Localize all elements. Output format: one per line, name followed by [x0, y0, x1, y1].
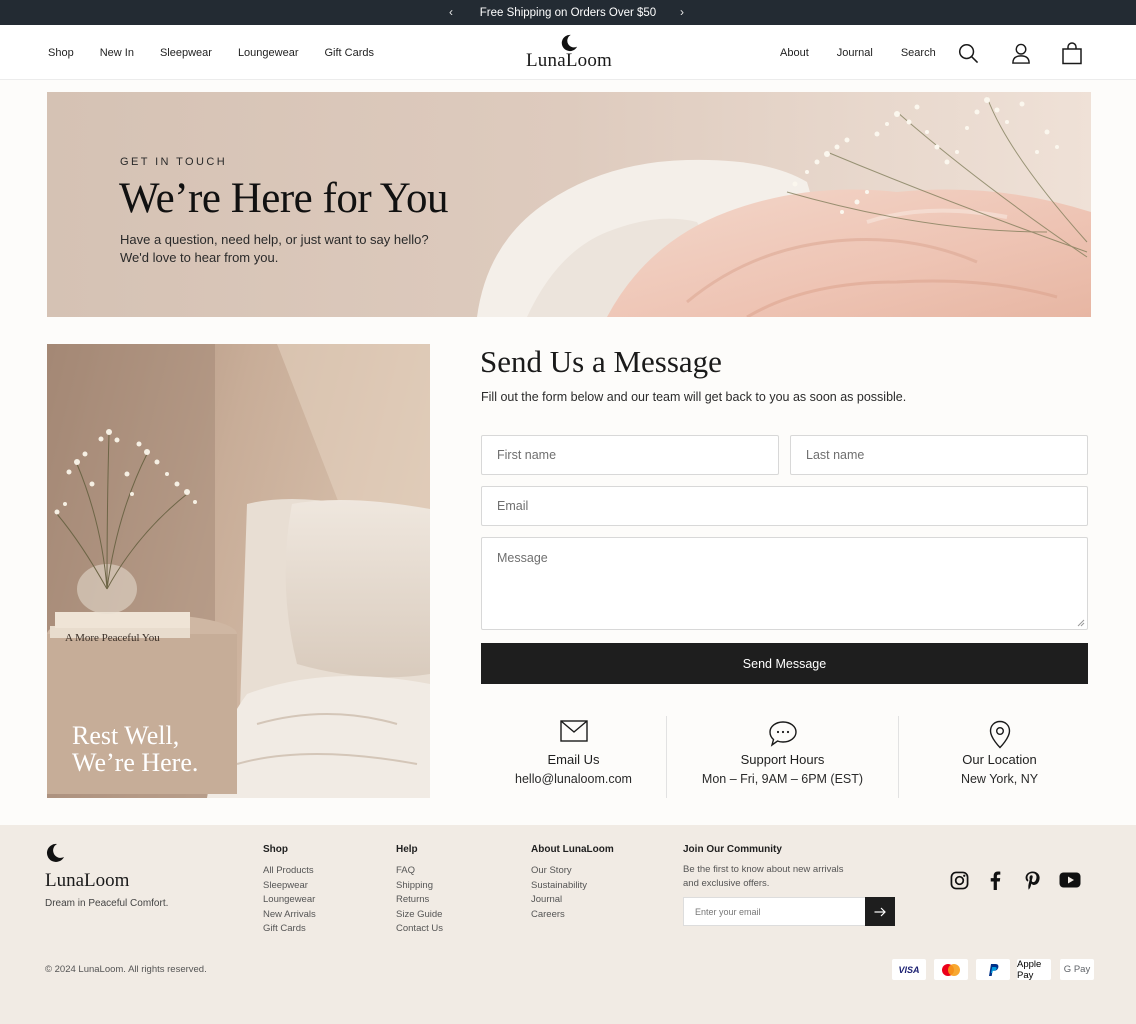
caption-line1: Rest Well, [72, 721, 180, 750]
nav-gift-cards[interactable]: Gift Cards [325, 47, 375, 59]
hero-banner: GET IN TOUCH We’re Here for You Have a q… [47, 92, 1091, 317]
message-field[interactable] [481, 537, 1088, 630]
newsletter-heading: Join Our Community [683, 844, 782, 855]
footer-tagline: Dream in Peaceful Comfort. [45, 898, 169, 909]
footer-col-heading: Shop [263, 844, 288, 855]
pinterest-icon[interactable] [1024, 871, 1041, 890]
logo-wordmark: LunaLoom [525, 50, 613, 71]
announcement-text: Free Shipping on Orders Over $50 [479, 6, 657, 19]
footer-link[interactable]: Size Guide [396, 908, 443, 923]
footer-link[interactable]: Gift Cards [263, 922, 316, 937]
nav-journal[interactable]: Journal [837, 47, 873, 59]
footer-col-shop: Shop All Products Sleepwear Loungewear N… [263, 844, 316, 937]
bedroom-image: A More Peaceful You Rest Well, We’re Her… [47, 344, 430, 798]
nav-loungewear[interactable]: Loungewear [238, 47, 299, 59]
google-pay-icon: G Pay [1060, 959, 1094, 980]
newsletter-submit-button[interactable] [865, 897, 895, 926]
last-name-field[interactable] [790, 435, 1088, 475]
info-hours: Support Hours Mon – Fri, 9AM – 6PM (EST) [667, 716, 898, 798]
hero-subtitle-line1: Have a question, need help, or just want… [120, 232, 429, 247]
hero-subtitle: Have a question, need help, or just want… [120, 231, 460, 267]
nav-shop[interactable]: Shop [48, 47, 74, 59]
form-subtitle: Fill out the form below and our team wil… [481, 390, 907, 404]
footer-link[interactable]: FAQ [396, 864, 443, 879]
secondary-nav: About Journal Search [780, 25, 964, 80]
apple-pay-icon: Apple Pay [1017, 959, 1051, 981]
youtube-icon[interactable] [1059, 872, 1081, 888]
info-email-value[interactable]: hello@lunaloom.com [481, 772, 666, 786]
email-field[interactable] [481, 486, 1088, 526]
search-icon[interactable] [958, 43, 979, 64]
footer-link[interactable]: Careers [531, 908, 614, 923]
newsletter-text: Be the first to know about new arrivals … [683, 863, 873, 891]
footer-col-about: About LunaLoom Our Story Sustainability … [531, 844, 614, 922]
nav-sleepwear[interactable]: Sleepwear [160, 47, 212, 59]
info-location-label: Our Location [962, 752, 1037, 767]
bag-icon[interactable] [1061, 42, 1083, 65]
instagram-icon[interactable] [950, 871, 969, 890]
book-title: A More Peaceful You [65, 632, 160, 644]
footer-link[interactable]: Loungewear [263, 893, 316, 908]
hero-subtitle-line2: We'd love to hear from you. [120, 250, 279, 265]
footer-link[interactable]: Sleepwear [263, 879, 316, 894]
mail-icon [559, 720, 588, 742]
site-footer: LunaLoom Dream in Peaceful Comfort. Shop… [0, 825, 1136, 1024]
paypal-icon [976, 959, 1010, 980]
arrow-right-icon [874, 907, 886, 916]
moon-icon [46, 843, 64, 862]
newsletter-email-input[interactable] [683, 897, 866, 926]
image-caption: Rest Well, We’re Here. [72, 722, 198, 776]
mastercard-icon [934, 959, 968, 980]
form-title: Send Us a Message [480, 344, 722, 379]
footer-link[interactable]: All Products [263, 864, 316, 879]
footer-link[interactable]: New Arrivals [263, 908, 316, 923]
footer-col-help: Help FAQ Shipping Returns Size Guide Con… [396, 844, 443, 937]
footer-logo[interactable]: LunaLoom [45, 843, 129, 892]
primary-nav: Shop New In Sleepwear Loungewear Gift Ca… [48, 25, 400, 80]
info-hours-label: Support Hours [740, 752, 825, 767]
footer-link[interactable]: Shipping [396, 879, 443, 894]
nav-new-in[interactable]: New In [100, 47, 134, 59]
resize-handle-icon[interactable] [1077, 619, 1085, 627]
footer-link[interactable]: Journal [531, 893, 614, 908]
chevron-right-icon[interactable]: › [680, 5, 684, 19]
info-location-value: New York, NY [960, 772, 1039, 786]
footer-col-heading: About LunaLoom [531, 844, 614, 855]
hero-eyebrow: GET IN TOUCH [120, 156, 228, 168]
hero-title: We’re Here for You [119, 175, 449, 222]
newsletter: Join Our Community Be the first to know … [683, 844, 873, 891]
info-hours-value: Mon – Fri, 9AM – 6PM (EST) [701, 772, 864, 786]
newsletter-text-line2: and exclusive offers. [683, 878, 770, 889]
nav-search[interactable]: Search [901, 47, 936, 59]
footer-link[interactable]: Sustainability [531, 879, 614, 894]
nav-about[interactable]: About [780, 47, 809, 59]
info-email-label: Email Us [547, 752, 600, 767]
first-name-field[interactable] [481, 435, 779, 475]
caption-line2: We’re Here. [72, 748, 199, 777]
visa-icon: VISA [892, 959, 926, 980]
footer-link[interactable]: Our Story [531, 864, 614, 879]
footer-logo-wordmark: LunaLoom [45, 870, 130, 891]
facebook-icon[interactable] [989, 871, 1001, 890]
info-email: Email Us hello@lunaloom.com [481, 716, 666, 798]
copyright: © 2024 LunaLoom. All rights reserved. [45, 964, 207, 975]
site-header: Shop New In Sleepwear Loungewear Gift Ca… [0, 25, 1136, 80]
user-icon[interactable] [1011, 43, 1031, 64]
location-pin-icon [989, 720, 1010, 749]
chevron-left-icon[interactable]: ‹ [449, 5, 453, 19]
site-logo[interactable]: LunaLoom [523, 34, 615, 71]
footer-link[interactable]: Contact Us [396, 922, 443, 937]
info-location: Our Location New York, NY [899, 716, 1100, 798]
announcement-bar: ‹ Free Shipping on Orders Over $50 › [0, 0, 1136, 25]
chat-icon [768, 721, 797, 747]
send-message-button[interactable]: Send Message [481, 643, 1088, 684]
newsletter-text-line1: Be the first to know about new arrivals [683, 864, 844, 875]
footer-link[interactable]: Returns [396, 893, 443, 908]
footer-col-heading: Help [396, 844, 418, 855]
